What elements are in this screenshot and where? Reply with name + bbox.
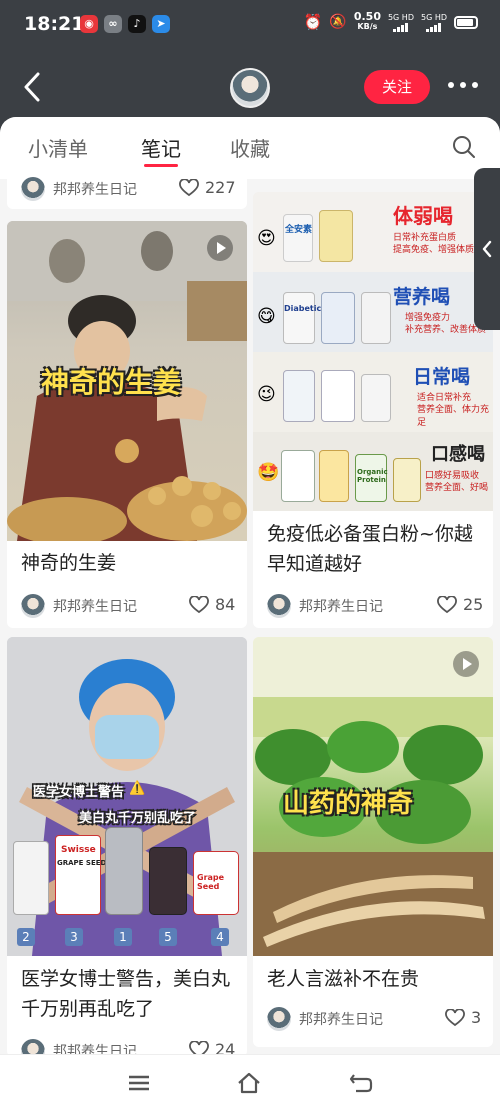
like-count[interactable]: 3 <box>445 1008 481 1027</box>
emoji-grin-icon: 🤩 <box>257 462 280 483</box>
heart-icon <box>445 1008 465 1026</box>
emoji-heart-eyes-icon: 😍 <box>257 228 276 249</box>
side-drawer-handle[interactable] <box>474 168 500 330</box>
author-row: 邦邦养生日记 <box>267 1007 383 1031</box>
app-icon: ➤ <box>152 15 170 33</box>
active-tab-indicator <box>144 164 178 167</box>
return-icon[interactable] <box>348 1071 374 1095</box>
emoji-yum-icon: 😋 <box>257 306 276 327</box>
note-card-partial[interactable]: 邦邦养生日记 227 <box>7 173 247 209</box>
profile-tabs: 小清单 笔记 收藏 <box>0 117 500 179</box>
search-icon[interactable] <box>452 135 476 159</box>
like-count[interactable]: 24 <box>189 1040 235 1054</box>
heart-icon <box>437 595 457 613</box>
like-count[interactable]: 25 <box>437 595 483 614</box>
note-title: 老人言滋补不在贵 <box>267 968 420 990</box>
note-cover-image: Swisse GRAPE SEED+ Grape Seed 医学女博士警告 ⚠️… <box>7 637 247 956</box>
author-row: 邦邦养生日记 <box>267 594 383 618</box>
note-card[interactable]: Swisse GRAPE SEED+ Grape Seed 医学女博士警告 ⚠️… <box>7 637 247 1054</box>
net-speed: 0.50 KB/s <box>353 10 381 31</box>
signal-sim1: 5G HD <box>388 13 414 32</box>
status-time: 18:21 <box>24 13 85 35</box>
note-card[interactable]: 神奇的生姜 神奇的生姜 邦邦养生日记 84 <box>7 221 247 628</box>
cover-overlay-text: 医学女博士警告 <box>33 785 125 800</box>
battery-icon <box>454 15 478 29</box>
tiktok-icon: ♪ <box>128 15 146 33</box>
author-row: 邦邦养生日记 <box>21 594 137 618</box>
follow-button[interactable]: 关注 <box>364 70 430 104</box>
author-avatar <box>21 594 45 618</box>
note-cover-image: 神奇的生姜 <box>7 221 247 541</box>
author-avatar <box>21 177 45 201</box>
note-card[interactable]: 山药的神奇 老人言滋补不在贵 邦邦养生日记 3 <box>253 637 493 1047</box>
avatar[interactable] <box>230 68 270 108</box>
like-count[interactable]: 227 <box>179 178 236 197</box>
menu-icon[interactable] <box>126 1071 152 1095</box>
author-row: 邦邦养生日记 <box>21 1039 137 1054</box>
signal-bars-icon <box>393 22 409 32</box>
notification-icons: ◉ ∞ ♪ ➤ <box>80 15 170 33</box>
more-dots-icon[interactable] <box>448 82 480 92</box>
status-bar: 18:21 ◉ ∞ ♪ ➤ ⏰ 🔕 0.50 KB/s 5G HD 5G HD <box>0 0 500 52</box>
emoji-wink-icon: 😉 <box>257 384 276 405</box>
cover-overlay-text: 山药的神奇 <box>283 789 414 819</box>
weibo-icon: ◉ <box>80 15 98 33</box>
note-card[interactable]: 😍 😋 😉 🤩 全安素 体弱喝 日常补充蛋白质 提高免疫、增强体质 Diabet… <box>253 192 493 628</box>
heart-icon <box>189 595 209 613</box>
author-row: 邦邦养生日记 <box>21 177 137 201</box>
content-sheet: 小清单 笔记 收藏 邦邦养生日记 227 神奇的生姜 神奇的生姜 邦邦养生日记 … <box>0 117 500 1054</box>
link-icon: ∞ <box>104 15 122 33</box>
author-avatar <box>21 1039 45 1054</box>
note-cover-image: 😍 😋 😉 🤩 全安素 体弱喝 日常补充蛋白质 提高免疫、增强体质 Diabet… <box>253 192 493 511</box>
alarm-icon: ⏰ <box>303 13 323 31</box>
mute-icon: 🔕 <box>329 14 347 30</box>
tab-notes[interactable]: 笔记 <box>141 133 181 162</box>
top-navbar: 关注 <box>0 52 500 122</box>
tab-list[interactable]: 小清单 <box>28 133 88 162</box>
author-avatar <box>267 1007 291 1031</box>
chevron-left-icon <box>482 240 492 258</box>
heart-icon <box>179 178 199 196</box>
tab-collections[interactable]: 收藏 <box>230 133 270 162</box>
chevron-left-icon[interactable] <box>20 70 46 104</box>
author-avatar <box>267 594 291 618</box>
warning-icon: ⚠️ <box>129 781 146 796</box>
cover-overlay-text: 神奇的生姜 <box>41 366 182 399</box>
note-title: 免疫低必备蛋白粉~你越早知道越好 <box>267 523 473 575</box>
note-cover-image: 山药的神奇 <box>253 637 493 956</box>
home-icon[interactable] <box>236 1071 262 1095</box>
signal-bars-icon <box>426 22 442 32</box>
note-title: 神奇的生姜 <box>21 552 117 574</box>
cover-overlay-text: 美白丸千万别乱吃了 <box>79 811 197 826</box>
status-right: ⏰ 🔕 0.50 KB/s 5G HD 5G HD <box>303 10 478 32</box>
video-play-icon <box>453 651 479 677</box>
video-play-icon <box>207 235 233 261</box>
signal-sim2: 5G HD <box>421 13 447 32</box>
system-nav-bar <box>0 1054 500 1111</box>
like-count[interactable]: 84 <box>189 595 235 614</box>
heart-icon <box>189 1040 209 1054</box>
note-title: 医学女博士警告，美白丸千万别再乱吃了 <box>21 968 231 1020</box>
